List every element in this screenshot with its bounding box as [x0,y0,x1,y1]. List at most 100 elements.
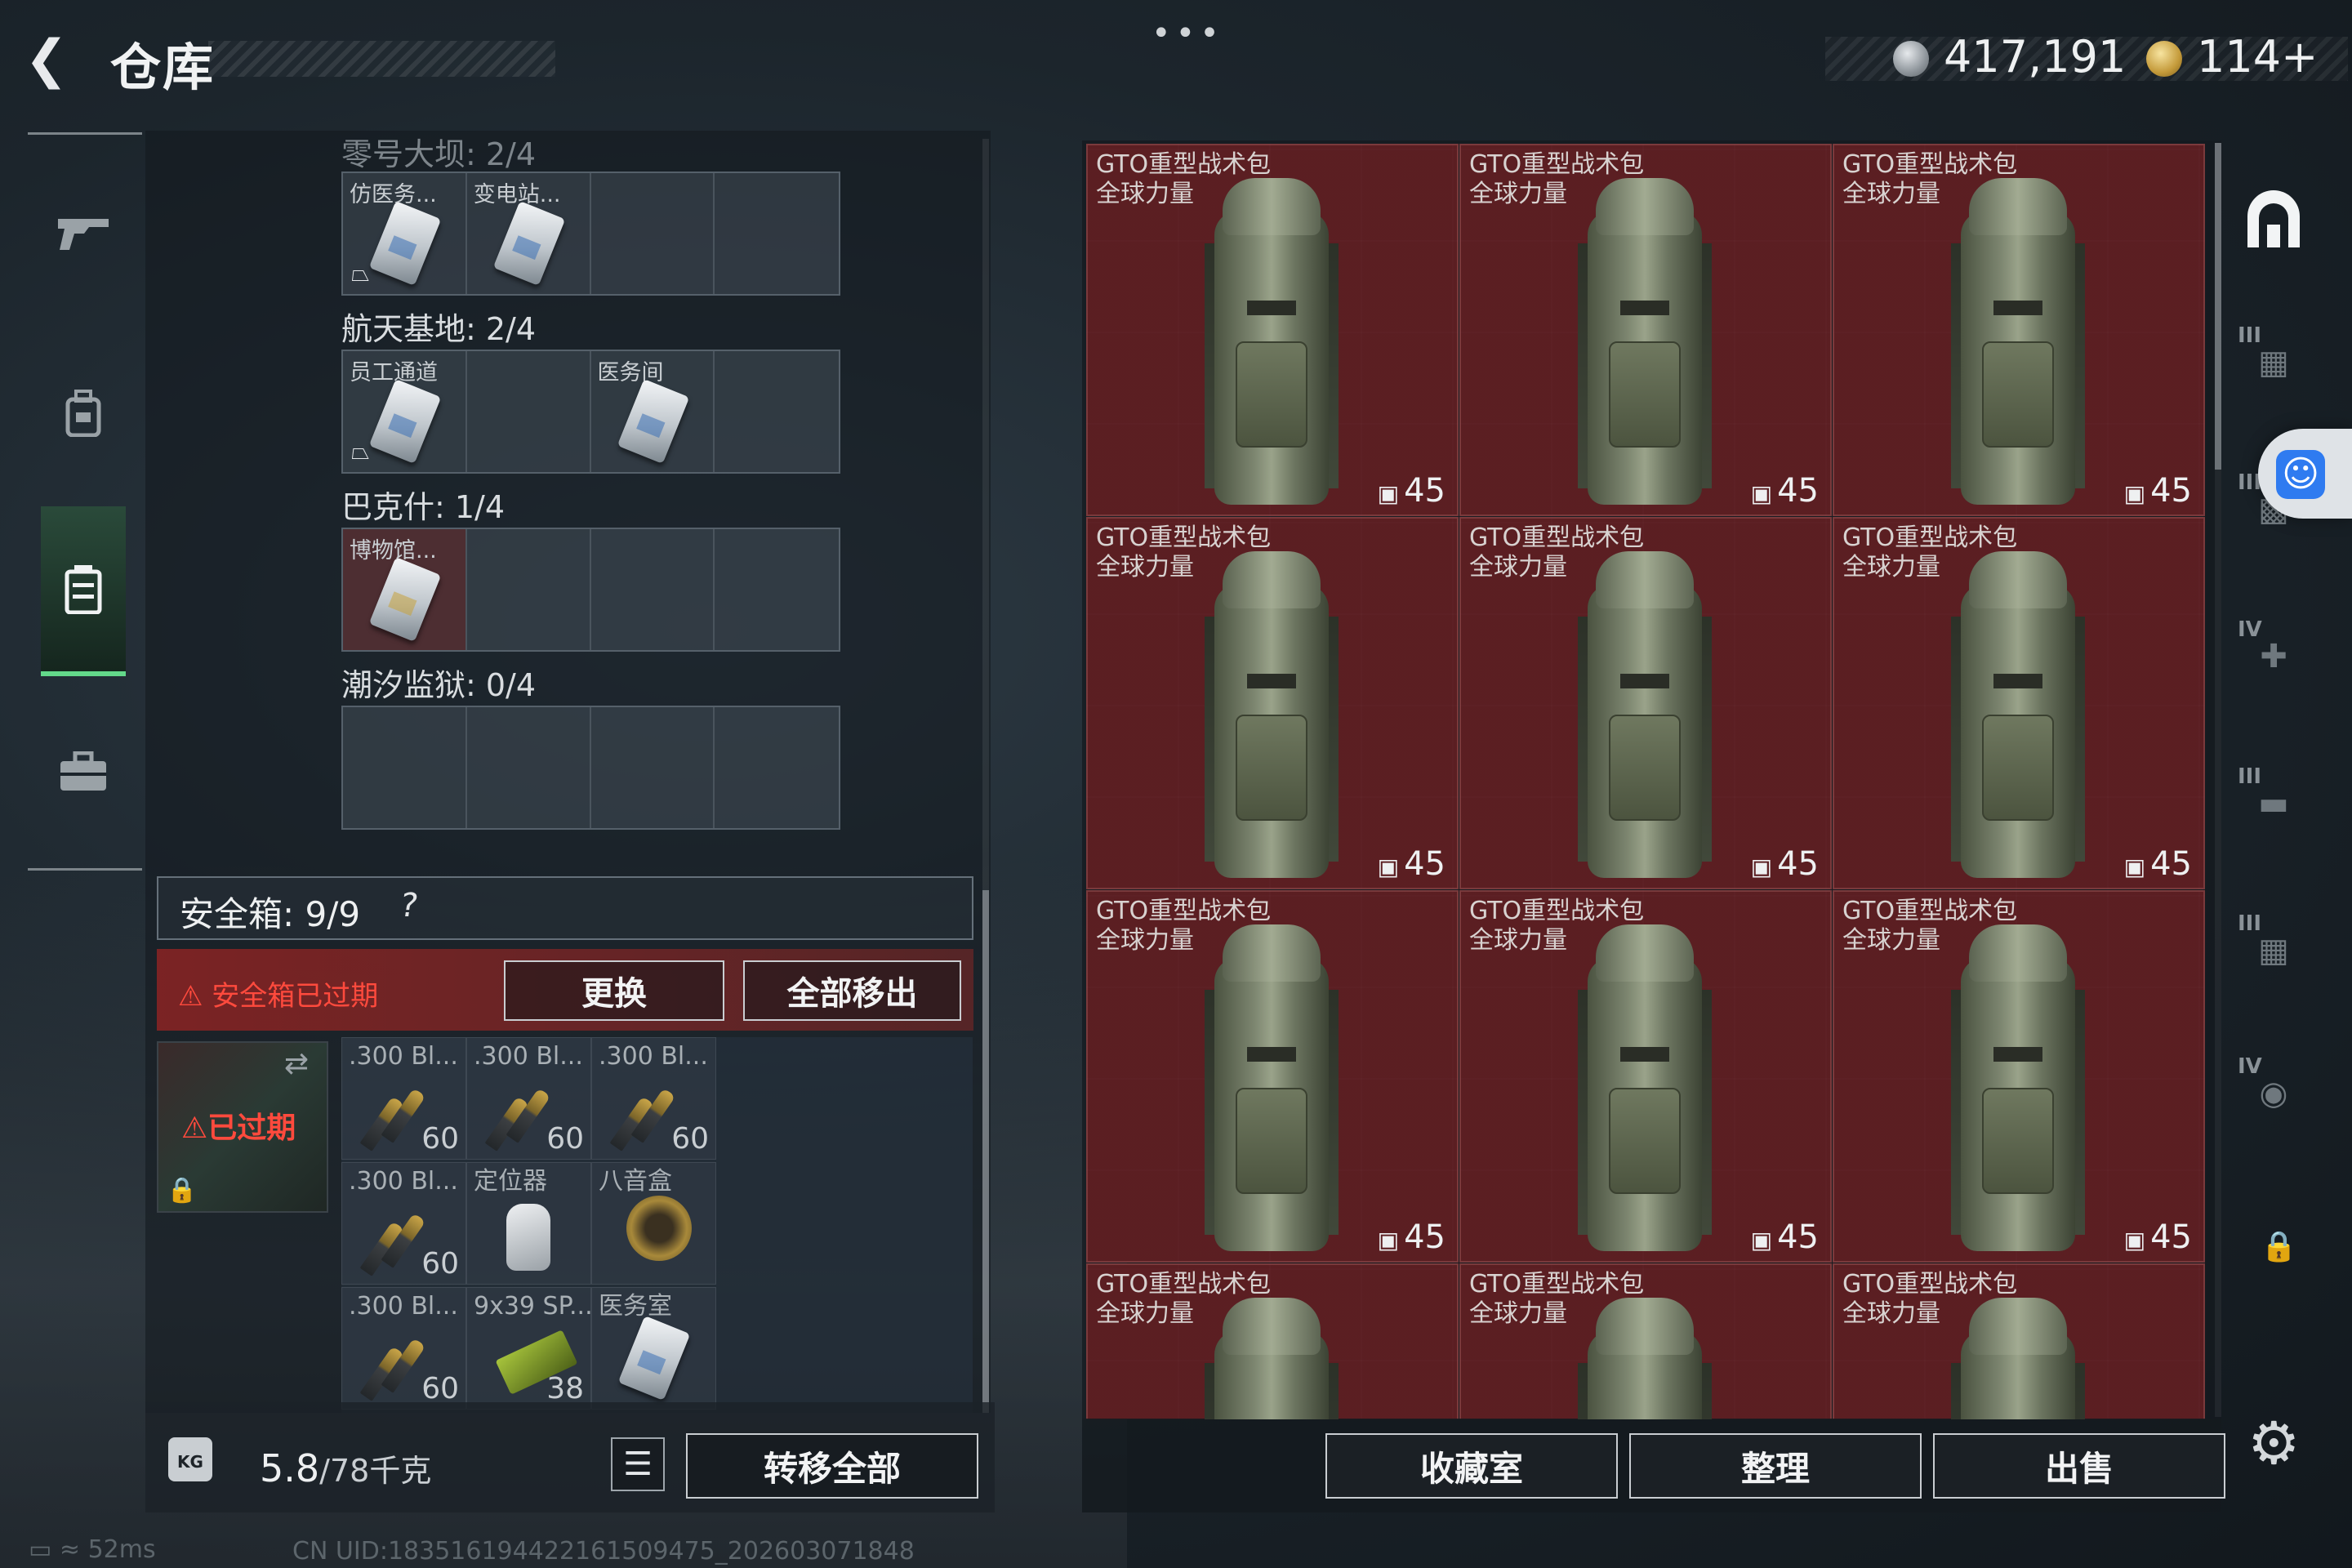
keycard-slot-empty[interactable] [590,529,715,650]
capacity-icon: ▣ [1377,1227,1400,1254]
stash-item[interactable]: GTO重型战术包 全球力量 ▣ 45 [1086,517,1459,889]
accessibility-button[interactable]: ☺ [2258,429,2352,519]
keycard-icon [492,200,566,287]
keycard-slot[interactable]: 仿医务... ⏢ [343,173,467,294]
keycard-slot-empty[interactable] [466,529,591,650]
user-uid: CN UID:183516194422161509475_20260307184… [292,1537,915,1566]
stash-item[interactable]: GTO重型战术包 全球力量 ▣ 45 [1833,890,2205,1263]
item-capacity: ▣ 45 [1378,845,1446,883]
move-all-out-button[interactable]: 全部移出 [743,960,961,1021]
keycard-icon [617,378,689,465]
gear-tier-icon[interactable]: IV ◉ [2238,1054,2310,1129]
gold-coin-icon [2146,41,2182,77]
item-count: 60 [421,1122,459,1156]
item-name-line2: 全球力量 [1842,553,1940,581]
stash-item[interactable]: GTO重型战术包 全球力量 ▣ 45 [1086,144,1459,516]
safe-box-item[interactable]: 定位器 [466,1162,591,1285]
safe-box-item[interactable]: 八音盒 [591,1162,716,1285]
left-scrollbar-thumb[interactable] [982,890,989,1413]
safe-box-item[interactable]: .300 Bl... BCP S... 60 [341,1287,467,1410]
keycard-slot-empty[interactable] [590,173,715,294]
item-name-line2: 全球力量 [1842,180,1940,208]
capacity-icon: ▣ [1750,480,1773,507]
unbound-icon: ⏢ [351,438,370,465]
weapon-tier-icon[interactable]: III ▬ [2238,764,2310,840]
replace-button[interactable]: 更换 [504,960,724,1021]
swap-icon[interactable]: ⇄ [284,1047,309,1080]
nav-divider-top [28,132,142,135]
stash-item[interactable]: GTO重型战术包 全球力量 ▣ 45 [1833,517,2205,889]
safe-box-item[interactable]: .300 Bl... BCP S... 60 [341,1162,467,1285]
keycard-slot-empty[interactable] [466,707,591,828]
stash-item[interactable]: GTO重型战术包 全球力量 ▣ 45 [1833,144,2205,516]
gold-coin-amount[interactable]: 114+ [2197,31,2318,82]
safe-box-item[interactable]: 医务室 [591,1287,716,1410]
keycard-grid: 员工通道 ⏢ 医务间 [341,350,840,474]
tier-label: IV [2238,617,2262,642]
silver-coin-amount[interactable]: 417,191 [1944,31,2126,82]
item-name: GTO重型战术包 全球力量 [1096,1270,1271,1329]
item-capacity: ▣ 45 [1751,472,1819,510]
helmet-tier-icon[interactable]: III ▦ [2238,323,2310,399]
stash-item[interactable]: GTO重型战术包 全球力量 [1086,1263,1459,1419]
stash-item[interactable]: GTO重型战术包 全球力量 ▣ 45 [1459,890,1832,1263]
safe-box-grid: .300 Bl... BCP S... 60 .300 Bl... BCP S.… [341,1037,973,1413]
toolbox-icon[interactable] [41,727,126,817]
keycard-slot-empty[interactable] [715,351,839,472]
safe-box-item[interactable]: .300 Bl... BCP S... 60 [466,1037,592,1160]
keycard-slot[interactable]: 博物馆... [343,529,467,650]
stash-item[interactable]: GTO重型战术包 全球力量 [1833,1263,2205,1419]
safe-box-item[interactable]: .300 Bl... BCP S... 60 [591,1037,717,1160]
collection-room-button[interactable]: 收藏室 [1325,1433,1618,1499]
item-name: 医务室 [599,1292,672,1321]
keycard-slot-empty[interactable] [715,173,839,294]
stash-item[interactable]: GTO重型战术包 全球力量 ▣ 45 [1459,517,1832,889]
keycard-slot[interactable]: 员工通道 ⏢ [343,351,467,472]
item-name-line1: GTO重型战术包 [1842,523,2018,552]
keycard-slot-empty[interactable] [715,529,839,650]
item-name-line2: 全球力量 [1096,1299,1194,1328]
expired-warning-text: 安全箱已过期 [212,980,379,1013]
sell-button[interactable]: 出售 [1933,1433,2225,1499]
sort-button[interactable]: 整理 [1629,1433,1922,1499]
stash-item[interactable]: GTO重型战术包 全球力量 ▣ 45 [1086,890,1459,1263]
right-scrollbar-thumb[interactable] [2215,143,2221,470]
music-box-icon [626,1196,692,1261]
keycard-icon [368,556,442,643]
keycard-slot-empty[interactable] [715,707,839,828]
keycard-slot-empty[interactable] [590,707,715,828]
capacity-icon: ▣ [2123,1227,2146,1254]
list-icon[interactable]: ☰ [611,1437,665,1491]
item-name-line1: GTO重型战术包 [1842,1270,2018,1298]
safe-box-title: 安全箱: 9/9 [180,894,361,934]
keycard-section-label: 零号大坝: 2/4 [341,136,537,172]
more-menu-icon[interactable]: ••• [1152,15,1224,52]
capacity-icon: ▣ [1750,853,1773,880]
gun-icon[interactable] [41,188,126,278]
keycard-slot-empty[interactable] [343,707,467,828]
vault-arch-icon[interactable] [2238,184,2310,256]
keycard-slot[interactable]: 医务间 [590,351,715,472]
transfer-all-button[interactable]: 转移全部 [686,1433,978,1499]
stash-item[interactable]: GTO重型战术包 全球力量 [1459,1263,1832,1419]
item-name-line1: GTO重型战术包 [1469,523,1645,552]
stash-item[interactable]: GTO重型战术包 全球力量 ▣ 45 [1459,144,1832,516]
item-name: GTO重型战术包 全球力量 [1096,150,1271,209]
safe-box-item[interactable]: .300 Bl... BCP S... 60 [341,1037,467,1160]
item-count: 60 [546,1122,584,1156]
tier-label: IV [2238,1054,2262,1079]
item-name-line1: GTO重型战术包 [1096,523,1272,552]
gear-icon[interactable]: ⚙ [2247,1409,2301,1477]
back-arrow-icon[interactable]: ❮ [24,31,90,88]
helmet-tier-icon[interactable]: III ▦ [2238,911,2310,987]
item-name: GTO重型战术包 全球力量 [1469,523,1644,582]
safe-box-item[interactable]: 9x39 SP... 38 [466,1287,592,1410]
medkit-tier-icon[interactable]: IV ✚ [2238,617,2310,693]
backpack-icon[interactable] [41,368,126,457]
storage-icon[interactable] [41,506,126,676]
item-name-line1: GTO重型战术包 [1096,897,1272,925]
capacity-icon: ▣ [2123,853,2146,880]
keycard-slot-empty[interactable] [466,351,591,472]
keycard-slot[interactable]: 变电站... [466,173,591,294]
help-icon[interactable]: ? [397,887,439,928]
